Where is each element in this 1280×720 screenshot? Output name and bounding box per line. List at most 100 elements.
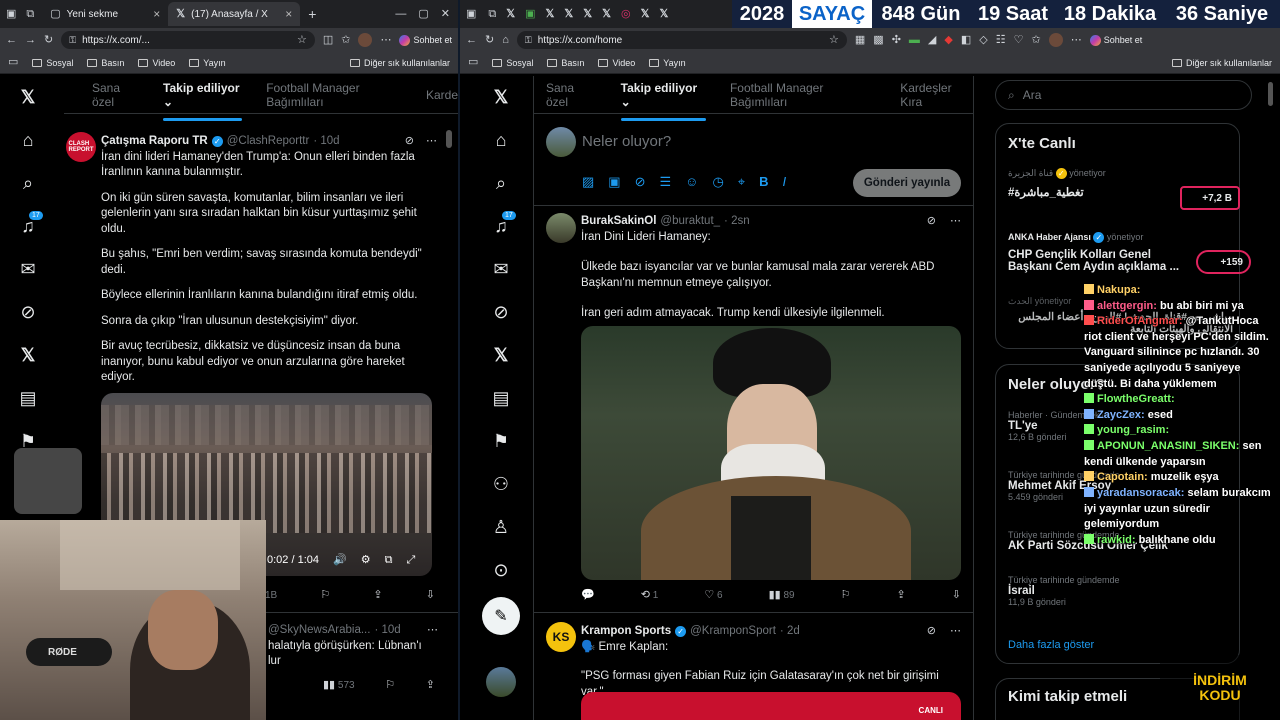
explore-search-icon[interactable]: ⌕: [496, 162, 506, 205]
post-author-name[interactable]: BurakSakinOl: [581, 214, 656, 230]
tab-fm-community[interactable]: Football Manager Bağımlıları: [730, 81, 876, 109]
copilot-chat-button[interactable]: Sohbet et: [399, 34, 452, 46]
tab-x-favicon-icon[interactable]: 𝕏: [506, 8, 515, 20]
bookmark-folder-sosyal[interactable]: Sosyal: [492, 58, 533, 68]
picture-in-picture-icon[interactable]: ⧉: [385, 554, 393, 566]
tab-following[interactable]: Takip ediliyor ⌄: [620, 81, 707, 121]
back-icon[interactable]: ←: [466, 34, 477, 46]
x-logo-icon[interactable]: 𝕏: [494, 76, 509, 119]
tab-kardesler[interactable]: Karde: [426, 88, 458, 102]
bookmark-folder-other[interactable]: Diğer sık kullanılanlar: [349, 58, 450, 68]
tab-following[interactable]: Takip ediliyor ⌄: [163, 81, 243, 121]
extension-icon[interactable]: ✣: [892, 34, 901, 46]
post-time[interactable]: · 10d: [313, 134, 339, 150]
search-box[interactable]: ⌕ Ara: [995, 80, 1252, 110]
reload-icon[interactable]: ↻: [44, 34, 53, 46]
media-icon[interactable]: ▨: [582, 174, 594, 190]
krampon-post-image[interactable]: CANLI: [581, 692, 961, 720]
compose-post-button[interactable]: ✎: [482, 592, 520, 640]
minimize-icon[interactable]: —: [395, 8, 406, 20]
grok-icon[interactable]: ⊘: [20, 291, 35, 334]
lists-icon[interactable]: ▤: [19, 377, 36, 420]
post-time[interactable]: · 2sn: [724, 214, 750, 230]
window-close-icon[interactable]: ✕: [441, 8, 450, 20]
account-switcher-avatar[interactable]: [486, 660, 516, 703]
extension-icon[interactable]: ▬: [909, 34, 920, 46]
bookmark-icon[interactable]: ⚐: [320, 590, 330, 601]
profile-icon[interactable]: ♙: [493, 506, 509, 549]
more-icon[interactable]: ⋯: [1071, 34, 1082, 46]
reply-icon[interactable]: 💬: [581, 590, 595, 601]
split-screen-icon[interactable]: ◫: [323, 34, 333, 46]
clash-report-avatar[interactable]: CLASH REPORT: [66, 132, 96, 162]
emoji-icon[interactable]: ☺: [685, 174, 698, 190]
views-count[interactable]: ▮▮ 573: [323, 680, 355, 692]
tab-fm-community[interactable]: Football Manager Bağımlıları: [266, 81, 402, 109]
right-address-bar[interactable]: ⚿ https://x.com/home ☆: [516, 31, 847, 49]
bookmark-icon[interactable]: ⚐: [841, 590, 851, 601]
download-icon[interactable]: ⇩: [426, 590, 435, 601]
extension-icon[interactable]: ◧: [961, 34, 971, 46]
explore-search-icon[interactable]: ⌕: [23, 162, 33, 205]
download-icon[interactable]: ⇩: [952, 590, 961, 601]
buraksakinol-avatar[interactable]: [546, 213, 576, 243]
site-info-icon[interactable]: ⚿: [525, 35, 532, 45]
communities-icon[interactable]: ⚇: [493, 463, 509, 506]
notifications-bell-icon[interactable]: ♫ 17: [21, 205, 43, 248]
settings-gear-icon[interactable]: ⚙: [361, 554, 371, 566]
tab-new-tab[interactable]: ▢ Yeni sekme ×: [42, 2, 168, 26]
favorite-star-icon[interactable]: ☆: [297, 34, 307, 46]
live-item-aljazeera[interactable]: قناة الجزيرة ✓ yönetiyor #تغطية_مباشرة +…: [1008, 168, 1240, 210]
gif-icon[interactable]: ▣: [608, 174, 620, 190]
post-author-name[interactable]: Çatışma Raporu TR: [101, 134, 208, 150]
post-author-handle[interactable]: @ClashReporttr: [227, 134, 310, 150]
post-author-handle[interactable]: @SkyNewsArabia...: [268, 623, 370, 639]
post-more-icon[interactable]: ⋯: [427, 625, 438, 636]
more-options-icon[interactable]: ⊙: [493, 549, 508, 592]
like-button[interactable]: ♡ 6: [704, 590, 722, 602]
home-page-icon[interactable]: ⌂: [502, 34, 509, 46]
bookmarks-apps-icon[interactable]: ▭: [468, 57, 478, 68]
tab-for-you[interactable]: Sana özel: [546, 81, 597, 109]
bookmark-folder-yayin[interactable]: Yayın: [649, 58, 686, 68]
new-tab-icon[interactable]: +: [308, 7, 316, 21]
fullscreen-icon[interactable]: ⤢: [406, 554, 415, 566]
post-more-icon[interactable]: ⋯: [950, 216, 961, 227]
tab-x-favicon-icon[interactable]: 𝕏: [660, 8, 669, 20]
extension-icon[interactable]: ☷: [996, 34, 1006, 46]
profile-avatar[interactable]: [358, 33, 373, 47]
post-more-icon[interactable]: ⋯: [950, 626, 961, 637]
messages-mail-icon[interactable]: ✉: [493, 248, 508, 291]
composer-avatar[interactable]: [546, 127, 576, 157]
bookmark-folder-video[interactable]: Video: [138, 58, 175, 68]
x-logo-icon[interactable]: 𝕏: [21, 76, 36, 119]
bookmark-folder-yayin[interactable]: Yayın: [189, 58, 226, 68]
tab-actions-icon[interactable]: ⧉: [26, 8, 34, 20]
share-icon[interactable]: ⇪: [897, 590, 906, 601]
retweet-button[interactable]: ⟲ 1: [641, 590, 659, 602]
post-submit-button[interactable]: Gönderi yayınla: [853, 169, 961, 197]
messages-mail-icon[interactable]: ✉: [20, 248, 35, 291]
views-button[interactable]: ▮▮ 89: [769, 590, 795, 602]
bookmarks-apps-icon[interactable]: ▭: [8, 57, 18, 68]
extension-icon[interactable]: ▦: [855, 34, 865, 46]
site-info-icon[interactable]: ⚿: [69, 35, 76, 45]
composer-input[interactable]: Neler oluyor?: [582, 133, 671, 150]
bookmark-folder-sosyal[interactable]: Sosyal: [32, 58, 73, 68]
tab-green-favicon-icon[interactable]: ▣: [525, 8, 535, 20]
bookmarks-icon[interactable]: ⚑: [493, 420, 509, 463]
post-more-icon[interactable]: ⋯: [426, 136, 437, 147]
location-icon[interactable]: ⌖: [738, 174, 745, 190]
bookmark-folder-video[interactable]: Video: [598, 58, 635, 68]
tab-for-you[interactable]: Sana özel: [92, 81, 139, 109]
live-item-anka[interactable]: ANKA Haber Ajansı ✓ yönetiyor CHP Gençli…: [1008, 232, 1251, 274]
extension-icon[interactable]: ◇: [979, 34, 987, 46]
favorite-star-icon[interactable]: ☆: [829, 34, 839, 46]
volume-icon[interactable]: 🔊: [333, 554, 347, 566]
extension-icon[interactable]: ◢: [928, 34, 936, 46]
grok-icon[interactable]: ⊘: [493, 291, 508, 334]
close-tab-icon[interactable]: ×: [153, 7, 160, 21]
home-icon[interactable]: ⌂: [23, 119, 34, 162]
search-input[interactable]: Ara: [1023, 88, 1042, 102]
reload-icon[interactable]: ↻: [485, 34, 494, 46]
